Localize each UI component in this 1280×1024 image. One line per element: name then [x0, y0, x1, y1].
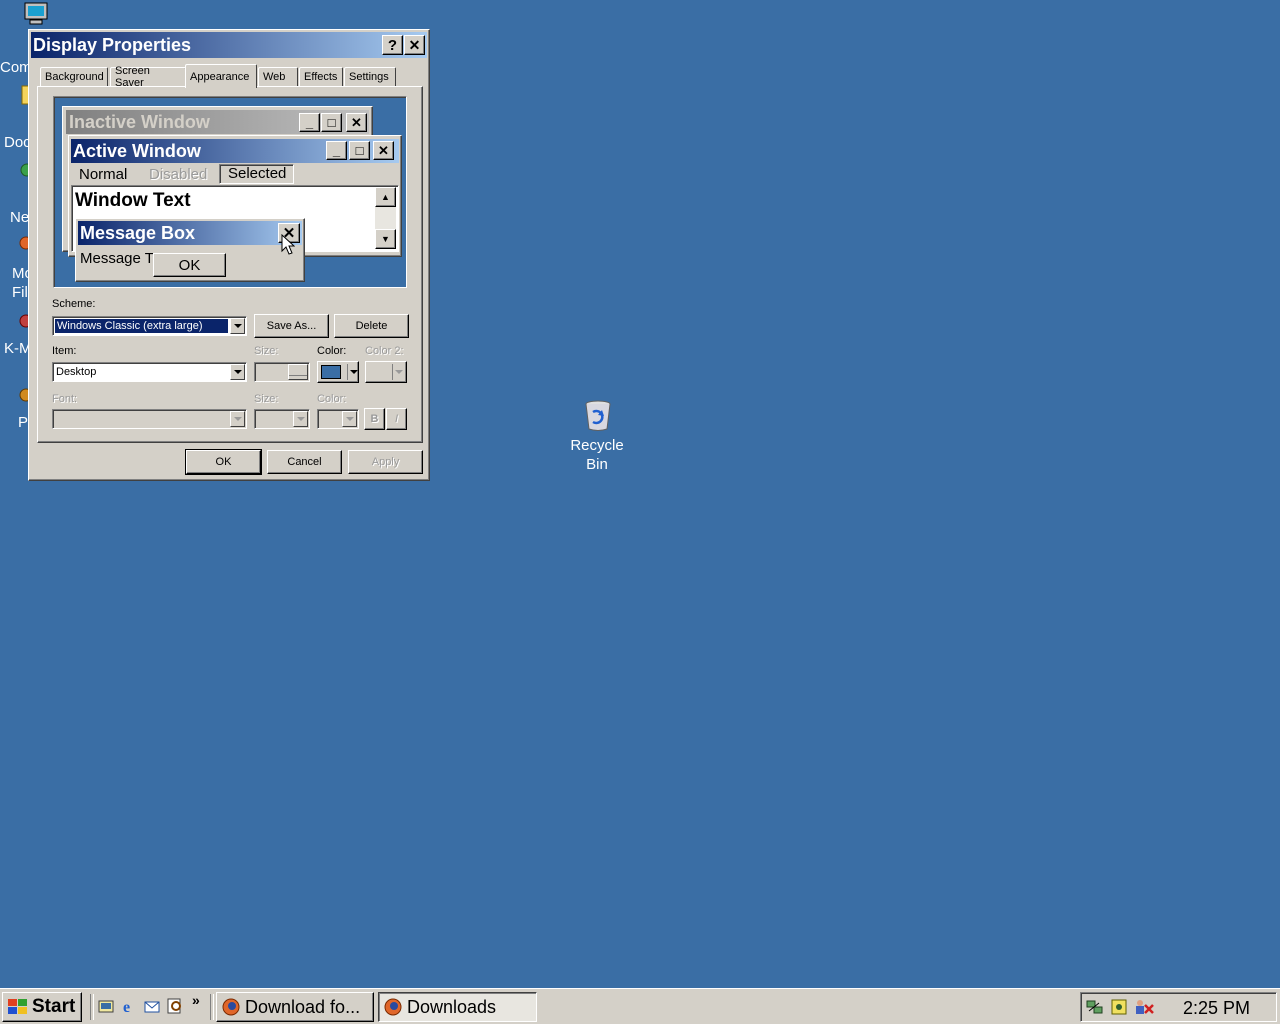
- computer-icon: [24, 2, 48, 25]
- tray-clock[interactable]: 2:25 PM: [1183, 997, 1250, 1019]
- preview-inactive-title: Inactive Window: [69, 112, 210, 132]
- trash-icon: [585, 400, 611, 431]
- preview-msgbox-title: Message Box: [80, 223, 196, 243]
- delete-button[interactable]: Delete: [334, 314, 409, 338]
- preview-scroll-up-icon: ▲: [375, 187, 396, 207]
- dialog-title: Display Properties: [33, 35, 192, 55]
- item-label: Item:: [52, 345, 77, 357]
- tray-security-icon[interactable]: [1109, 997, 1129, 1017]
- size-spinner: [254, 362, 310, 382]
- color2-picker-button: [365, 361, 407, 383]
- tab-appearance[interactable]: Appearance: [185, 64, 257, 88]
- firefox-icon: [222, 998, 240, 1016]
- scheme-dropdown[interactable]: Windows Classic (extra large): [52, 316, 247, 336]
- internet-explorer-icon[interactable]: e: [121, 998, 137, 1016]
- font-color-dropdown: [317, 409, 359, 429]
- size-label: Size:: [254, 345, 279, 357]
- color2-label: Color 2:: [365, 345, 404, 357]
- color-label: Color:: [317, 345, 347, 357]
- preview-msgbox-ok: OK: [153, 253, 226, 277]
- preview-active-minimize-icon: _: [326, 141, 347, 160]
- preview-active-maximize-icon: □: [349, 141, 370, 160]
- scheme-dropdown-value: Windows Classic (extra large): [55, 319, 228, 333]
- tasks-separator: [210, 994, 214, 1020]
- preview-menu-selected: Selected: [219, 164, 294, 184]
- chevron-down-icon: [347, 364, 358, 380]
- preview-menu-disabled: Disabled: [149, 166, 208, 183]
- font-label: Font:: [52, 393, 78, 405]
- preview-inactive-close-icon: ✕: [346, 113, 367, 132]
- font-dropdown: [52, 409, 247, 429]
- recycle-bin-icon[interactable]: [582, 398, 614, 432]
- chevron-down-icon: [342, 411, 357, 427]
- task-button-download[interactable]: Download fo...: [216, 992, 374, 1022]
- firefox-icon: [384, 998, 402, 1016]
- my-computer-icon[interactable]: [22, 2, 50, 26]
- quick-launch-separator: [90, 994, 94, 1020]
- italic-button: I: [386, 408, 407, 430]
- tray-users-icon[interactable]: [1133, 997, 1155, 1017]
- task-label-download: Download fo...: [245, 996, 361, 1017]
- tab-background[interactable]: Background: [40, 67, 108, 86]
- start-button[interactable]: Start: [2, 992, 82, 1022]
- preview-window-text: Window Text: [75, 190, 191, 211]
- preview-active-close-icon: ✕: [373, 141, 394, 160]
- preview-active-title: Active Window: [73, 141, 201, 161]
- recycle-bin-label-1[interactable]: Recycle: [560, 436, 634, 455]
- font-size-dropdown: [254, 409, 310, 429]
- preview-scroll-down-icon: ▼: [375, 229, 396, 249]
- tab-web[interactable]: Web: [258, 67, 298, 86]
- cancel-button[interactable]: Cancel: [267, 450, 342, 474]
- chevron-down-icon: [230, 411, 245, 427]
- tray-network-icon[interactable]: [1085, 997, 1105, 1017]
- save-as-button[interactable]: Save As...: [254, 314, 329, 338]
- chevron-down-icon: [293, 411, 308, 427]
- tab-settings[interactable]: Settings: [344, 67, 396, 86]
- windows-logo-icon: [8, 999, 27, 1014]
- tab-screen-saver[interactable]: Screen Saver: [110, 65, 186, 89]
- chevron-down-icon: [392, 364, 403, 380]
- scheme-label: Scheme:: [52, 298, 96, 310]
- spinner-arrows-icon: [288, 364, 308, 380]
- desktop-label-computer[interactable]: Com: [0, 58, 32, 77]
- color-swatch: [321, 365, 341, 379]
- apply-button: Apply: [348, 450, 423, 474]
- chevron-down-icon[interactable]: [230, 364, 245, 380]
- task-label-downloads: Downloads: [407, 996, 497, 1017]
- font-size-label: Size:: [254, 393, 279, 405]
- help-button[interactable]: ?: [382, 35, 403, 55]
- item-dropdown[interactable]: Desktop: [52, 362, 247, 382]
- ok-button[interactable]: OK: [185, 449, 262, 475]
- chevron-down-icon[interactable]: [230, 318, 245, 334]
- preview-menu-normal: Normal: [79, 166, 128, 183]
- quick-launch-chevron[interactable]: »: [192, 992, 200, 1008]
- dialog-close-button[interactable]: ✕: [404, 35, 425, 55]
- preview-inactive-minimize-icon: _: [299, 113, 320, 132]
- tab-effects[interactable]: Effects: [299, 67, 343, 86]
- font-color-label: Color:: [317, 393, 347, 405]
- recycle-bin-label-2[interactable]: Bin: [560, 455, 634, 474]
- color-picker-button[interactable]: [317, 361, 359, 383]
- svg-text:e: e: [123, 999, 130, 1014]
- start-label: Start: [32, 996, 76, 1017]
- preview-inactive-maximize-icon: □: [321, 113, 342, 132]
- search-icon[interactable]: [167, 998, 183, 1014]
- task-button-downloads[interactable]: Downloads: [378, 992, 537, 1022]
- mouse-cursor-icon: [281, 234, 295, 255]
- show-desktop-icon[interactable]: [98, 998, 114, 1014]
- item-dropdown-value: Desktop: [56, 366, 97, 378]
- preview-msgbox-text: Message T: [80, 250, 154, 267]
- bold-button: B: [364, 408, 385, 430]
- outlook-express-icon[interactable]: [144, 998, 160, 1014]
